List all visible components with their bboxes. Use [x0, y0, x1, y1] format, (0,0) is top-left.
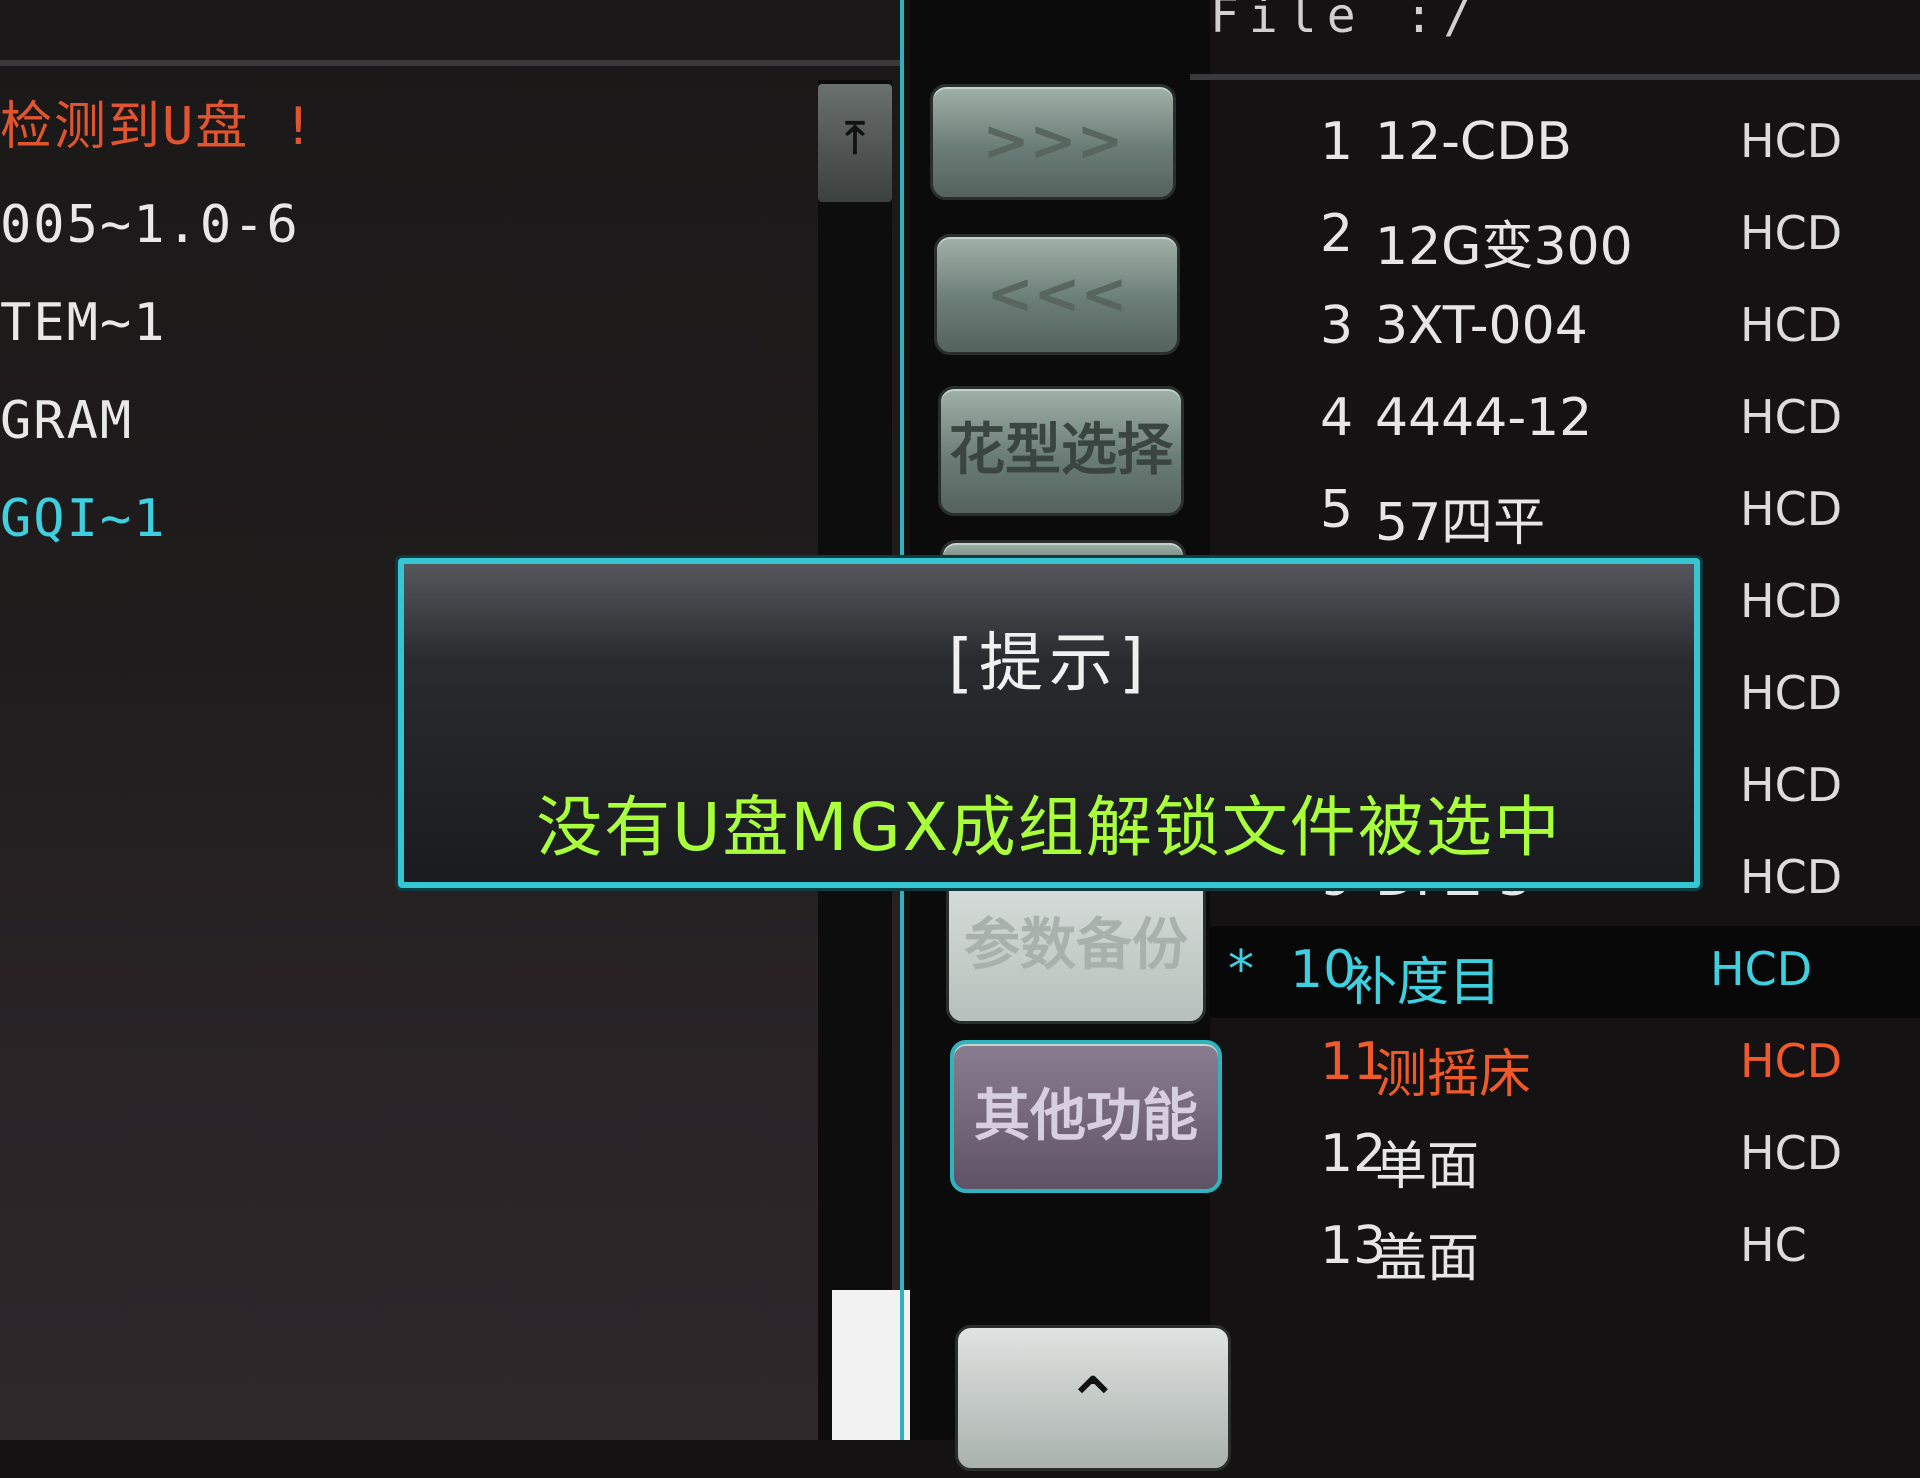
file-number: 3: [1320, 296, 1354, 356]
list-item[interactable]: TEM~1: [0, 274, 820, 372]
next-page-button[interactable]: >>>: [930, 84, 1176, 200]
file-name: 测摇床: [1375, 1045, 1532, 1105]
file-row[interactable]: 11 测摇床 HCD: [1240, 1018, 1920, 1110]
list-item[interactable]: GRAM: [0, 372, 820, 470]
file-type: HCD: [1740, 574, 1843, 628]
file-row[interactable]: 1 12-CDB HCD: [1240, 98, 1920, 190]
file-row[interactable]: 13 盖面 HC: [1240, 1202, 1920, 1294]
file-row[interactable]: 4 4444-12 HCD: [1240, 374, 1920, 466]
directory-list: 检测到U盘 ! 005~1.0-6 TEM~1 GRAM GQI~1: [0, 78, 820, 568]
usb-detected-message: 检测到U盘 !: [0, 97, 316, 157]
file-type: HCD: [1740, 850, 1843, 904]
file-type: HC: [1740, 1218, 1807, 1272]
double-up-arrow-icon: ⤒: [845, 113, 865, 164]
file-name: 57四平: [1375, 493, 1546, 553]
file-type: HCD: [1740, 666, 1843, 720]
file-type: HCD: [1740, 390, 1843, 444]
list-item-selected[interactable]: GQI~1: [0, 470, 820, 568]
selected-marker: *: [1228, 940, 1254, 1000]
dialog-title: [提示]: [948, 627, 1150, 701]
file-row[interactable]: 3 3XT-004 HCD: [1240, 282, 1920, 374]
list-item[interactable]: 005~1.0-6: [0, 176, 820, 274]
other-functions-button[interactable]: 其他功能: [950, 1040, 1222, 1193]
file-type: HCD: [1740, 1126, 1843, 1180]
file-name: 12-CDB: [1375, 112, 1572, 172]
dialog-message: 没有U盘MGX成组解锁文件被选中: [536, 789, 1562, 866]
file-row-selected[interactable]: * 10 补度目 HCD: [1210, 926, 1920, 1018]
file-number: 4: [1320, 388, 1354, 448]
prev-page-button[interactable]: <<<: [934, 234, 1180, 355]
file-type: HCD: [1740, 298, 1843, 352]
divider: [0, 60, 900, 66]
file-row[interactable]: 5 57四平 HCD: [1240, 466, 1920, 558]
file-number: 1: [1320, 112, 1354, 172]
file-name: 3XT-004: [1375, 296, 1588, 356]
pattern-select-button[interactable]: 花型选择: [938, 386, 1184, 516]
file-name: 4444-12: [1375, 388, 1593, 448]
file-number: 2: [1320, 204, 1354, 264]
file-type: HCD: [1740, 1034, 1843, 1088]
scroll-to-top-button[interactable]: ⤒: [818, 84, 892, 202]
file-row[interactable]: 2 12G变300 HCD: [1240, 190, 1920, 282]
file-type: HCD: [1710, 942, 1813, 996]
file-type: HCD: [1740, 482, 1843, 536]
file-number: 5: [1320, 480, 1354, 540]
file-row[interactable]: 12 单面 HCD: [1240, 1110, 1920, 1202]
file-name: 补度目: [1345, 953, 1502, 1013]
file-type: HCD: [1740, 758, 1843, 812]
chevron-up-icon: ⌃: [1063, 1362, 1123, 1444]
file-path-header: File :/: [1210, 0, 1483, 44]
file-name: 盖面: [1375, 1229, 1480, 1289]
divider: [1190, 74, 1920, 80]
alert-dialog[interactable]: [提示] 没有U盘MGX成组解锁文件被选中: [398, 558, 1700, 888]
file-type: HCD: [1740, 114, 1843, 168]
param-backup-button[interactable]: 参数备份: [946, 868, 1206, 1024]
file-name: 12G变300: [1375, 217, 1633, 277]
scroll-up-button[interactable]: ⌃: [955, 1325, 1231, 1471]
file-name: 单面: [1375, 1137, 1480, 1197]
file-type: HCD: [1740, 206, 1843, 260]
